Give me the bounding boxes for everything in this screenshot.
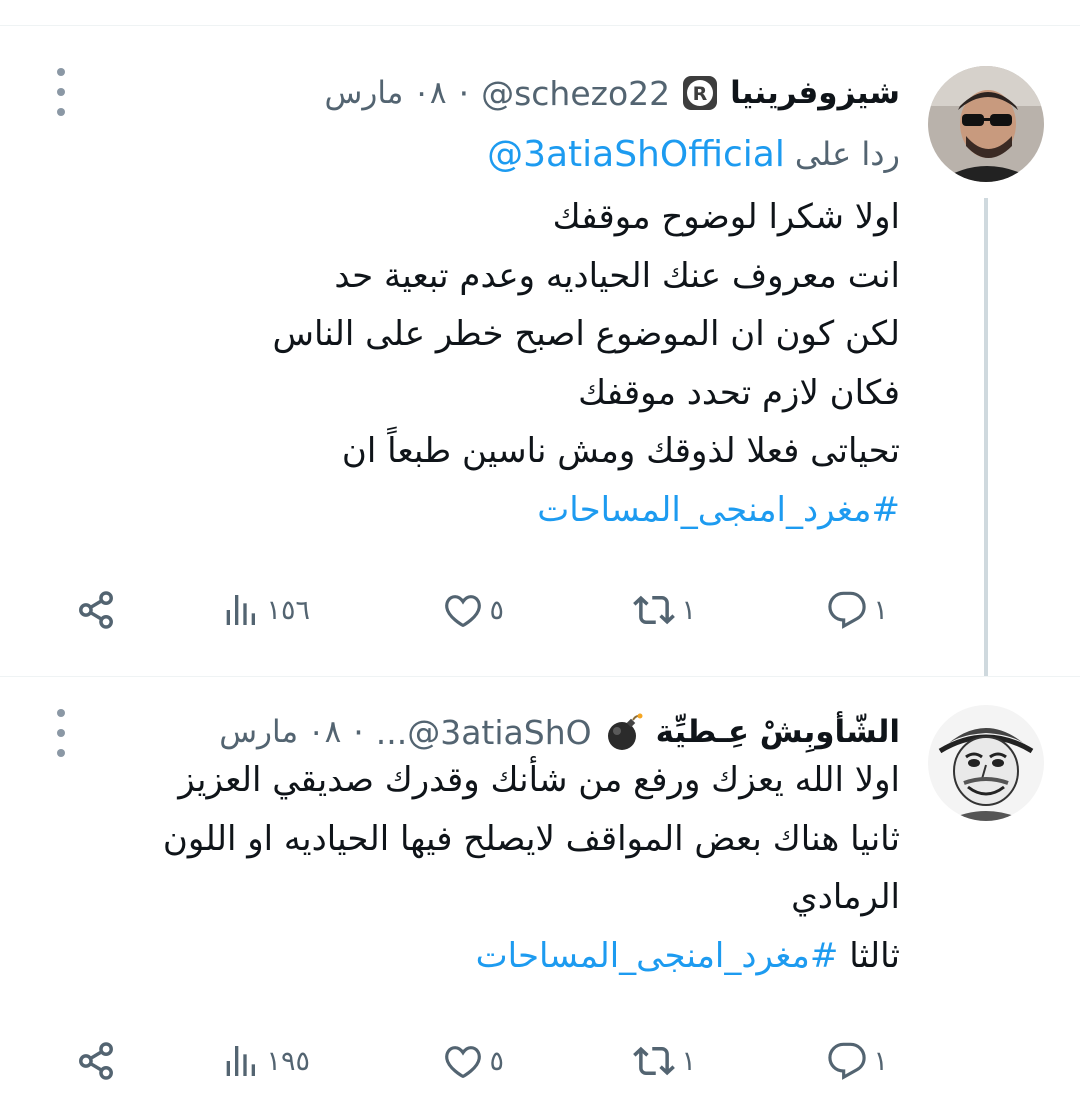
views-button[interactable]: ١٩٥ (220, 1033, 310, 1089)
svg-text:R: R (693, 83, 708, 105)
reply-button[interactable]: ١ (827, 582, 888, 638)
retweet-button[interactable]: ١ (633, 582, 696, 638)
bomb-emoji-icon (604, 712, 644, 752)
timestamp[interactable]: ٠٨ مارس (325, 75, 447, 111)
like-icon (445, 1046, 482, 1078)
share-button[interactable] (74, 582, 118, 638)
tweet-text: اولا الله يعزك ورفع من شأنك وقدرك صديقي … (50, 751, 900, 985)
hashtag-link[interactable]: #مغرد_امنجى_المساحات (476, 936, 839, 976)
action-bar: ١ ١ ٥ ١٥٦ (0, 582, 1080, 638)
separator-dot: · (458, 73, 470, 113)
registered-badge-icon: R (682, 75, 718, 111)
tweet-header: الشّأوبِشْ عِـطيِّة ...@3atiaShO · ٠٨ ما… (219, 707, 900, 757)
avatar[interactable] (928, 705, 1044, 821)
avatar[interactable] (928, 66, 1044, 182)
like-count: ٥ (489, 594, 504, 626)
views-count: ١٩٥ (266, 1045, 310, 1077)
like-icon (445, 595, 482, 627)
tweet-text-line: انت معروف عنك الحياديه وعدم تبعية حد (334, 255, 900, 296)
tweet-text-line: ثالثا #مغرد_امنجى_المساحات (50, 927, 900, 986)
share-icon (79, 591, 113, 629)
like-button[interactable]: ٥ (443, 1033, 504, 1089)
reply-mention-link[interactable]: @3atiaShOfficial (487, 134, 785, 175)
tweet-1[interactable]: شيزوفرينيا R @schezo22 · ٠٨ مارس ردا على… (0, 26, 1080, 676)
reply-icon (828, 591, 867, 629)
views-button[interactable]: ١٥٦ (220, 582, 310, 638)
timestamp[interactable]: ٠٨ مارس (219, 714, 341, 750)
reply-to-line: ردا على @3atiaShOfficial (487, 130, 900, 178)
handle[interactable]: ...@3atiaShO (376, 713, 592, 752)
hashtag-link[interactable]: #مغرد_امنجى_المساحات (272, 481, 900, 540)
share-icon (79, 1042, 113, 1080)
more-vertical-icon[interactable] (50, 709, 72, 757)
display-name[interactable]: شيزوفرينيا (730, 75, 900, 111)
tweet-text-line: ثانيا هناك بعض المواقف لايصلح فيها الحيا… (162, 818, 900, 918)
display-name[interactable]: الشّأوبِشْ عِـطيِّة (656, 714, 900, 750)
retweet-count: ١ (681, 594, 696, 626)
tweet-2[interactable]: الشّأوبِشْ عِـطيِّة ...@3atiaShO · ٠٨ ما… (0, 677, 1080, 1101)
tweet-text: اولا شكرا لوضوح موقفك انت معروف عنك الحي… (272, 188, 900, 539)
reply-count: ١ (873, 1045, 888, 1077)
reply-prefix: ردا على (794, 135, 900, 173)
tweet-header: شيزوفرينيا R @schezo22 · ٠٨ مارس (325, 68, 900, 118)
reply-count: ١ (873, 594, 888, 626)
views-icon (227, 595, 256, 625)
separator-dot: · (353, 712, 364, 752)
avatar-photo-icon (928, 66, 1044, 182)
action-bar: ١ ١ ٥ ١٩٥ (0, 1033, 1080, 1089)
retweet-icon (633, 1046, 676, 1076)
like-button[interactable]: ٥ (443, 582, 504, 638)
retweet-icon (633, 595, 676, 625)
more-vertical-icon[interactable] (50, 68, 72, 116)
tweet-text-prefix: ثالثا (849, 935, 900, 976)
reply-icon (828, 1042, 867, 1080)
share-button[interactable] (74, 1033, 118, 1089)
retweet-button[interactable]: ١ (633, 1033, 696, 1089)
tweet-text-line: تحياتى فعلا لذوقك ومش ناسين طبعاً ان (341, 431, 900, 471)
retweet-count: ١ (681, 1045, 696, 1077)
avatar-caricature-icon (928, 705, 1044, 821)
reply-button[interactable]: ١ (827, 1033, 888, 1089)
tweet-text-line: لكن كون ان الموضوع اصبح خطر على الناس (272, 314, 900, 354)
tweet-text-line: فكان لازم تحدد موقفك (578, 372, 900, 413)
tweet-text-line: اولا الله يعزك ورفع من شأنك وقدرك صديقي … (178, 760, 900, 800)
views-count: ١٥٦ (266, 594, 310, 626)
tweet-text-line: اولا شكرا لوضوح موقفك (552, 197, 900, 237)
handle[interactable]: @schezo22 (481, 74, 670, 113)
views-icon (227, 1046, 256, 1076)
like-count: ٥ (489, 1045, 504, 1077)
